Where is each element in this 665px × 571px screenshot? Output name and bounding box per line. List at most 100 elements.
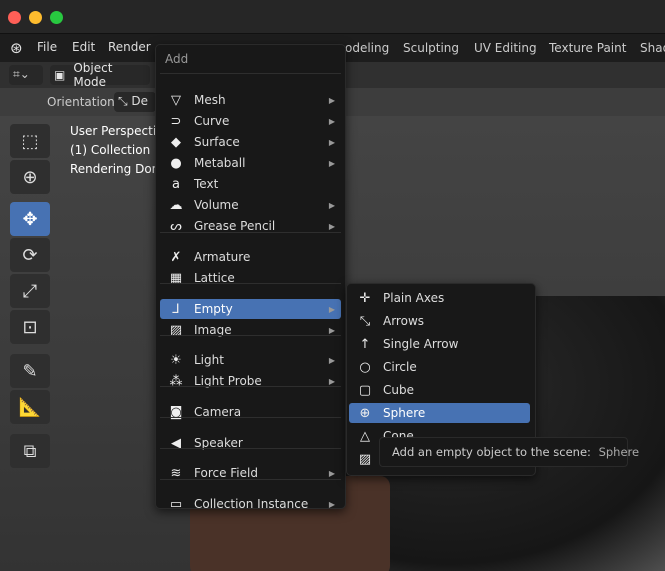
move-tool-icon[interactable]: ✥	[10, 202, 50, 236]
menu-file[interactable]: File	[37, 40, 57, 54]
minimize-window-button[interactable]	[29, 11, 42, 24]
transform-tool-icon[interactable]: ⊡	[10, 310, 50, 344]
menu-item-image[interactable]: ▨ Image ▶	[160, 320, 341, 340]
submenu-arrow-icon: ▶	[328, 355, 335, 365]
divider	[160, 335, 341, 336]
menu-item-force-field[interactable]: ≋ Force Field ▶	[160, 463, 341, 483]
submenu-item-arrows[interactable]: ⤡ Arrows	[349, 311, 530, 331]
menu-item-label: Light	[194, 353, 224, 367]
mode-label: Object Mode	[73, 61, 113, 89]
single-arrow-icon: ↑	[359, 336, 371, 352]
menu-item-label: Volume	[194, 198, 239, 212]
submenu-arrow-icon: ▶	[328, 468, 335, 478]
cursor-tool-icon[interactable]: ⊕	[10, 160, 50, 194]
add-cube-tool-icon[interactable]: ⧉	[10, 434, 50, 468]
volume-icon: ☁	[169, 197, 183, 213]
circle-icon: ○	[359, 359, 371, 375]
select-box-tool-icon[interactable]: ⬚	[10, 124, 50, 158]
plain-axes-icon: ✛	[359, 290, 371, 306]
menu-edit[interactable]: Edit	[72, 40, 95, 54]
divider	[160, 386, 341, 387]
tab-shading[interactable]: Shad	[640, 41, 665, 55]
menu-item-label: Curve	[194, 114, 230, 128]
annotate-tool-icon[interactable]: ✎	[10, 354, 50, 388]
submenu-item-single-arrow[interactable]: ↑ Single Arrow	[349, 334, 530, 354]
submenu-arrow-icon: ▶	[328, 95, 335, 105]
menu-item-collection-instance[interactable]: ▭ Collection Instance ▶	[160, 494, 341, 514]
menu-item-volume[interactable]: ☁ Volume ▶	[160, 195, 341, 215]
submenu-item-plain-axes[interactable]: ✛ Plain Axes	[349, 288, 530, 308]
arrows-icon: ⤡	[359, 313, 371, 329]
submenu-arrow-icon: ▶	[328, 376, 335, 386]
measure-tool-icon[interactable]: 📐	[10, 390, 50, 424]
divider	[160, 283, 341, 284]
window-titlebar	[0, 0, 665, 34]
menu-item-light-probe[interactable]: ⁂ Light Probe ▶	[160, 371, 341, 391]
menu-item-label: Empty	[194, 302, 233, 316]
light-icon: ☀	[170, 352, 182, 368]
blender-logo-icon[interactable]: ⊛	[10, 39, 23, 57]
image-icon: ▨	[358, 451, 372, 467]
add-menu: Add ▽ Mesh ▶ ⊃ Curve ▶ ◆ Surface ▶ ● Metaball ▶ a Tex…	[155, 44, 346, 512]
divider	[160, 448, 341, 449]
curve-icon: ⊃	[170, 113, 182, 129]
tab-sculpting[interactable]: Sculpting	[403, 41, 459, 55]
submenu-item-circle[interactable]: ○ Circle	[349, 357, 530, 377]
menu-item-empty[interactable]: ⅃ Empty ▶	[160, 299, 341, 319]
tab-modeling[interactable]: odeling	[345, 41, 389, 55]
submenu-arrow-icon: ▶	[328, 304, 335, 314]
editor-type-button[interactable]: ⌗⌄	[9, 65, 43, 85]
menu-item-curve[interactable]: ⊃ Curve ▶	[160, 111, 341, 131]
menu-item-grease-pencil[interactable]: ᔕ Grease Pencil ▶	[160, 216, 341, 236]
divider	[160, 479, 341, 480]
menu-render[interactable]: Render	[108, 40, 151, 54]
menu-item-label: Metaball	[194, 156, 246, 170]
menu-item-label: Text	[194, 177, 219, 191]
divider	[160, 232, 341, 233]
orientation-label: Orientation:	[47, 95, 119, 109]
orientation-dropdown[interactable]: ⤡ De	[114, 92, 156, 112]
divider	[160, 417, 341, 418]
sphere-icon: ⊕	[359, 405, 371, 421]
menu-item-surface[interactable]: ◆ Surface ▶	[160, 132, 341, 152]
submenu-item-sphere[interactable]: ⊕ Sphere	[349, 403, 530, 423]
maximize-window-button[interactable]	[50, 11, 63, 24]
mode-dropdown[interactable]: ▣ Object Mode	[50, 61, 150, 89]
tab-uv-editing[interactable]: UV Editing	[474, 41, 537, 55]
tooltip-text: Add an empty object to the scene:	[392, 445, 591, 459]
menu-item-camera[interactable]: ◙ Camera	[160, 402, 341, 422]
menu-item-speaker[interactable]: ◀ Speaker	[160, 433, 341, 453]
viewport-overlay-text: Rendering Done	[70, 162, 167, 176]
menu-item-mesh[interactable]: ▽ Mesh ▶	[160, 90, 341, 110]
metaball-icon: ●	[170, 155, 182, 171]
tab-texture-paint[interactable]: Texture Paint	[549, 41, 626, 55]
menu-item-label: Mesh	[194, 93, 226, 107]
menu-item-armature[interactable]: ✗ Armature	[160, 247, 341, 267]
tooltip-value: Sphere	[598, 445, 640, 459]
menu-item-label: Arrows	[383, 314, 425, 328]
submenu-arrow-icon: ▶	[328, 499, 335, 509]
text-icon: a	[172, 176, 180, 192]
scale-tool-icon[interactable]: ⤢	[10, 274, 50, 308]
menu-item-label: Collection Instance	[194, 497, 309, 511]
submenu-arrow-icon: ▶	[328, 116, 335, 126]
empty-icon: ⅃	[172, 301, 180, 317]
menu-item-metaball[interactable]: ● Metaball ▶	[160, 153, 341, 173]
add-menu-title: Add	[165, 52, 189, 66]
close-window-button[interactable]	[8, 11, 21, 24]
menu-item-light[interactable]: ☀ Light ▶	[160, 350, 341, 370]
menu-item-label: Circle	[383, 360, 417, 374]
mesh-icon: ▽	[171, 92, 181, 108]
submenu-item-cube[interactable]: ▢ Cube	[349, 380, 530, 400]
menu-item-label: Sphere	[383, 406, 426, 420]
submenu-arrow-icon: ▶	[328, 137, 335, 147]
menu-item-label: Single Arrow	[383, 337, 459, 351]
menu-item-label: Force Field	[194, 466, 258, 480]
menu-item-label: Surface	[194, 135, 240, 149]
menu-item-label: Plain Axes	[383, 291, 445, 305]
menu-item-text[interactable]: a Text	[160, 174, 341, 194]
collection-icon: ▭	[169, 496, 183, 512]
menu-item-lattice[interactable]: ▦ Lattice	[160, 268, 341, 288]
cube-icon: ▢	[358, 382, 372, 398]
rotate-tool-icon[interactable]: ⟳	[10, 238, 50, 272]
